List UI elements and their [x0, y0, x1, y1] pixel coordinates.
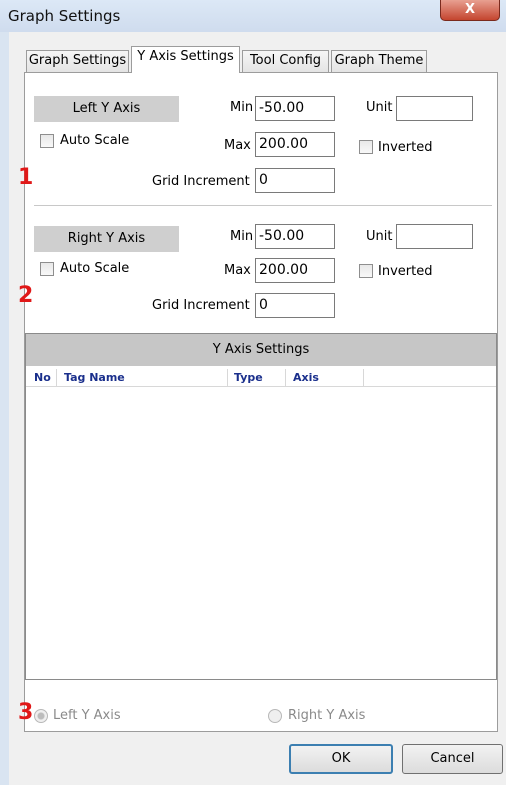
- left-inverted-label: Inverted: [378, 140, 433, 155]
- right-y-axis-radio-label: Right Y Axis: [288, 708, 366, 723]
- left-grid-increment-label: Grid Increment: [152, 174, 250, 189]
- right-inverted-label: Inverted: [378, 264, 433, 279]
- right-auto-scale-checkbox[interactable]: [40, 262, 54, 276]
- left-max-input[interactable]: 200.00: [255, 132, 335, 157]
- ok-button[interactable]: OK: [289, 744, 393, 774]
- close-button[interactable]: X: [440, 0, 500, 21]
- left-grid-increment-input[interactable]: 0: [255, 168, 335, 193]
- right-max-label: Max: [224, 263, 251, 278]
- left-inverted-checkbox[interactable]: [359, 140, 373, 154]
- right-inverted-checkbox[interactable]: [359, 264, 373, 278]
- left-max-label: Max: [224, 138, 251, 153]
- grid-title: Y Axis Settings: [26, 334, 496, 366]
- right-max-input[interactable]: 200.00: [255, 258, 335, 283]
- tab-graph-settings[interactable]: Graph Settings: [26, 50, 129, 72]
- left-unit-label: Unit: [366, 100, 393, 115]
- right-y-axis-radio[interactable]: [268, 709, 282, 723]
- left-y-axis-radio[interactable]: [34, 709, 48, 723]
- window-border: [0, 32, 9, 785]
- cancel-button[interactable]: Cancel: [402, 744, 503, 774]
- right-grid-increment-input[interactable]: 0: [255, 293, 335, 318]
- tab-y-axis-settings[interactable]: Y Axis Settings: [131, 46, 240, 73]
- column-tag-name[interactable]: Tag Name: [64, 371, 125, 384]
- marker-3: 3: [18, 700, 34, 725]
- tab-tool-config[interactable]: Tool Config: [242, 50, 329, 72]
- column-divider: [56, 369, 57, 386]
- column-divider: [363, 369, 364, 386]
- tab-graph-theme[interactable]: Graph Theme: [331, 50, 427, 72]
- left-min-input[interactable]: -50.00: [255, 96, 335, 121]
- column-type[interactable]: Type: [234, 371, 263, 384]
- right-y-axis-header: Right Y Axis: [34, 226, 179, 252]
- window-title: Graph Settings: [8, 7, 121, 25]
- column-axis[interactable]: Axis: [293, 371, 319, 384]
- column-divider: [227, 369, 228, 386]
- right-grid-increment-label: Grid Increment: [152, 298, 250, 313]
- marker-2: 2: [18, 283, 34, 308]
- left-min-label: Min: [230, 100, 254, 115]
- left-y-axis-header: Left Y Axis: [34, 96, 179, 122]
- left-unit-input[interactable]: [396, 96, 473, 121]
- column-no[interactable]: No: [34, 371, 51, 384]
- left-auto-scale-label: Auto Scale: [60, 133, 130, 148]
- section-divider: [34, 205, 492, 206]
- right-unit-input[interactable]: [396, 224, 473, 249]
- right-unit-label: Unit: [366, 229, 393, 244]
- right-min-input[interactable]: -50.00: [255, 224, 335, 249]
- marker-1: 1: [18, 165, 34, 190]
- left-auto-scale-checkbox[interactable]: [40, 134, 54, 148]
- right-min-label: Min: [230, 229, 254, 244]
- left-y-axis-radio-label: Left Y Axis: [53, 708, 121, 723]
- right-auto-scale-label: Auto Scale: [60, 261, 130, 276]
- column-divider: [285, 369, 286, 386]
